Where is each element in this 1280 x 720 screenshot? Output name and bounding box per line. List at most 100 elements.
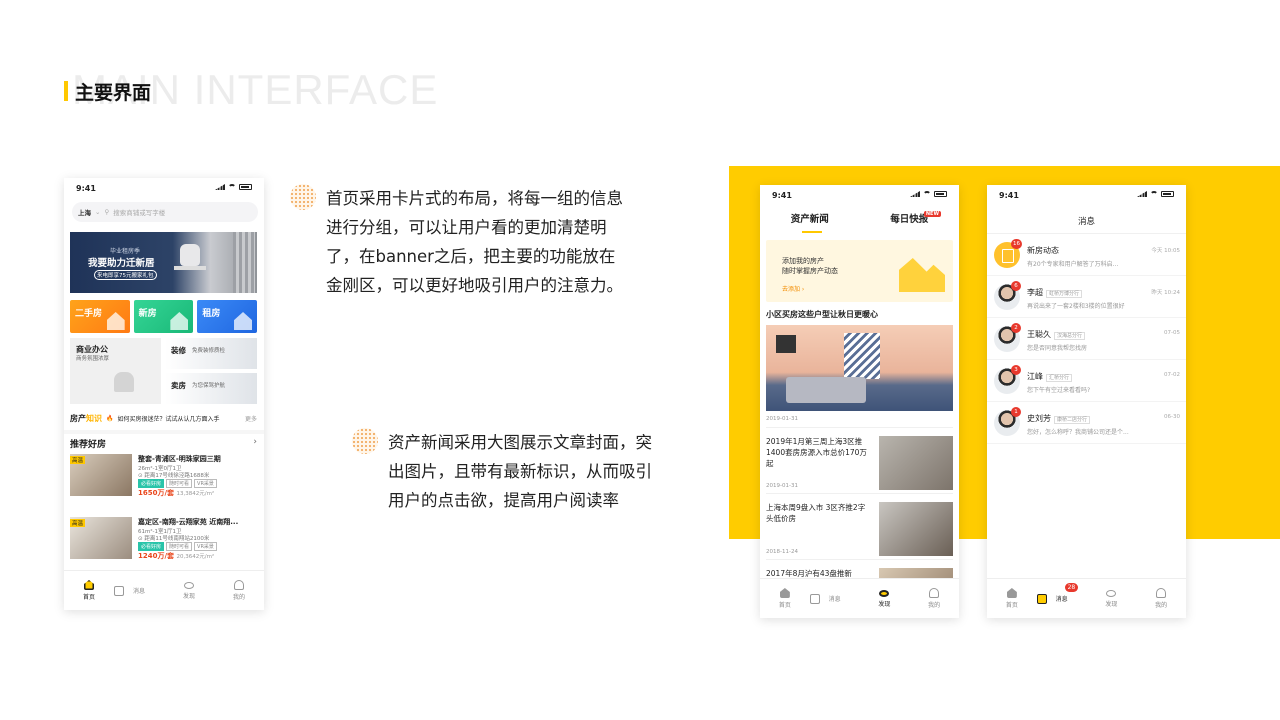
tab-label: 我的 [1155, 602, 1168, 609]
message-item[interactable]: 3 江峰 汇桥分行 07-02 您下午有空过来看看吗? [987, 360, 1186, 402]
page-title: 消息 [1077, 217, 1095, 227]
listing-address: ⊙ 距离17号线徐泾路1688米 [138, 473, 210, 479]
hero-date: 2019-01-31 [766, 416, 798, 422]
tab-label: 首页 [778, 602, 791, 609]
quick-entry-row: 二手房 新房 租房 [70, 300, 258, 333]
agent-branch: 虹桥万博分行 [1046, 290, 1083, 298]
user-icon [1156, 588, 1167, 598]
unread-badge: 16 [1011, 239, 1022, 249]
banner-vase-image [180, 244, 200, 266]
building-icon [170, 312, 189, 330]
listing-price: 1650万/套 13,3842元/m² [138, 488, 214, 498]
hero-headline[interactable]: 小区买房这些户型让秋日更暖心 [766, 309, 878, 320]
wifi-icon [923, 191, 931, 197]
feature-subtitle: 为您保驾护航 [192, 383, 226, 389]
hero-image[interactable] [766, 325, 953, 411]
tab-messages[interactable]: 28 消息 [1036, 579, 1087, 618]
bottom-tab-bar: 首页 28 消息 发现 我的 [987, 578, 1186, 618]
signal-icon [910, 191, 920, 197]
quick-entry-secondhand[interactable]: 二手房 [70, 300, 130, 333]
card-line-2: 随时掌握房产动态 [782, 267, 838, 275]
curtain-image [844, 333, 880, 379]
article-date: 2019-01-31 [766, 483, 798, 489]
feature-sell-home[interactable]: 卖房 为您保驾护航 [165, 373, 257, 404]
add-link-label: 去添加 [782, 286, 801, 293]
tab-daily-flash[interactable]: 每日快报 NEW [860, 211, 960, 233]
tab-profile[interactable]: 我的 [1136, 579, 1186, 618]
tab-discover[interactable]: 发现 [164, 571, 214, 610]
listing-tag-chip: 随时可看 [166, 542, 193, 551]
bottom-tab-bar: 首页 消息 发现 我的 [760, 578, 959, 618]
feature-commercial-office[interactable]: 商业办公 商务氛围浓厚 [70, 338, 161, 404]
tab-asset-news[interactable]: 资产新闻 [760, 211, 860, 233]
message-time: 今天 10:05 [1151, 248, 1180, 254]
tab-discover[interactable]: 发现 [1087, 579, 1137, 618]
user-icon [929, 588, 940, 598]
tab-profile[interactable]: 我的 [909, 579, 959, 618]
tab-messages[interactable]: 消息 [114, 571, 164, 610]
quick-entry-rent[interactable]: 租房 [197, 300, 258, 333]
banner-curtain-image [233, 232, 255, 293]
desc-line: 资产新闻采用大图展示文章封面，突 [388, 433, 652, 452]
add-property-card[interactable]: 添加我的房产 随时掌握房产动态 去添加 › [766, 240, 953, 302]
listing-tag-chip: VR采景 [194, 479, 217, 488]
news-ticker[interactable]: 房产知识 🔥 如何买房很迷茫？试试从认几方面入手 更多 [70, 412, 257, 424]
message-icon [809, 593, 820, 604]
dots-icon [290, 184, 316, 210]
quick-entry-label: 二手房 [75, 309, 103, 319]
article-item[interactable]: 2019年1月第三周上海3区推1400套房房源入市总价170万起 2019-01… [766, 427, 953, 490]
chevron-right-icon[interactable]: › [253, 437, 257, 450]
tab-profile[interactable]: 我的 [214, 571, 264, 610]
description-text-2: 资产新闻采用大图展示文章封面，突 出图片，且带有最新标识，从而吸引 用户的点击欲… [388, 428, 652, 515]
listing-card[interactable]: 高温 嘉定区-南翔-云翔家苑 近南翔... 61m²-1室1厅1卫 ⊙ 距离11… [70, 517, 257, 563]
tab-home[interactable]: 首页 [64, 571, 114, 610]
add-link[interactable]: 去添加 › [782, 284, 804, 293]
tab-discover[interactable]: 发现 [860, 579, 910, 618]
tab-home[interactable]: 首页 [760, 579, 810, 618]
tab-label: 发现 [182, 592, 195, 600]
quick-entry-newhome[interactable]: 新房 [133, 300, 194, 333]
status-bar: 9:41 [760, 185, 959, 207]
listing-tag-chip: 随时可看 [166, 479, 193, 488]
banner-title: 我要助力迁新居 [88, 258, 155, 269]
unread-badge: 6 [1011, 281, 1021, 291]
search-icon: ⚲ [104, 208, 110, 216]
unread-badge: 2 [1011, 323, 1021, 333]
tab-count-badge: 28 [1064, 583, 1079, 592]
agent-branch: 康桥二店分行 [1054, 416, 1091, 424]
news-more-link[interactable]: 更多 [245, 414, 257, 423]
tab-label: 首页 [82, 594, 95, 601]
message-item[interactable]: 16 新房动态 今天 10:05 有20个专家和用户解答了万科启... [987, 234, 1186, 276]
unread-badge: 3 [1011, 365, 1021, 375]
wifi-icon [228, 184, 236, 190]
news-text: 如何买房很迷茫？试试从认几方面入手 [117, 415, 220, 423]
eye-icon [184, 581, 194, 589]
message-item[interactable]: 6 李超 虹桥万博分行 昨天 10:24 再说出来了一套2楼和3楼的位置很好 [987, 276, 1186, 318]
message-item[interactable]: 2 王聪久 汉海总分行 07-05 您是否同意我帮您找房 [987, 318, 1186, 360]
article-item[interactable]: 上海本周9盘入市 3区齐推2字头低价房 2018-11-24 [766, 493, 953, 556]
search-bar[interactable]: 上海 ⌄ ⚲ 搜索商铺或写字楼 [72, 202, 258, 222]
tab-label: 发现 [1105, 600, 1118, 608]
tab-messages[interactable]: 消息 [809, 579, 860, 618]
unread-badge: 1 [1011, 407, 1021, 417]
message-name-text: 史刘芳 [1027, 414, 1051, 423]
city-selector[interactable]: 上海 [78, 207, 91, 217]
status-bar: 9:41 [64, 178, 264, 200]
tab-home[interactable]: 首页 [987, 579, 1037, 618]
feature-decoration[interactable]: 装修 免费装修质检 [165, 338, 257, 369]
listing-price-value: 1650万/套 [138, 489, 175, 497]
recommend-title: 推荐好房 [70, 440, 107, 450]
listing-unit-price: 20,3642元/m² [176, 554, 215, 560]
listing-card[interactable]: 高温 整套-青浦区-明珠家园三期 26m²-1室0厅1卫 ⊙ 距离17号线徐泾路… [70, 454, 257, 500]
news-logo-a: 房产 [70, 413, 86, 423]
banner-cta: 来电即享75元搬家礼包 [94, 270, 157, 280]
desc-line: 进行分组，可以让用户看的更加清楚明 [326, 218, 607, 237]
message-name: 江峰 汇桥分行 [1027, 371, 1073, 382]
battery-icon [934, 191, 947, 197]
tab-label: 我的 [232, 594, 245, 601]
banner-table-image [174, 266, 206, 270]
listing-title: 整套-青浦区-明珠家园三期 [138, 455, 221, 463]
message-item[interactable]: 1 史刘芳 康桥二店分行 06-30 您好，怎么称呼？我商铺公司还是个... [987, 402, 1186, 444]
promo-banner[interactable]: 毕业租房季 我要助力迁新居 来电即享75元搬家礼包 [70, 232, 257, 293]
house-icon [106, 312, 125, 330]
